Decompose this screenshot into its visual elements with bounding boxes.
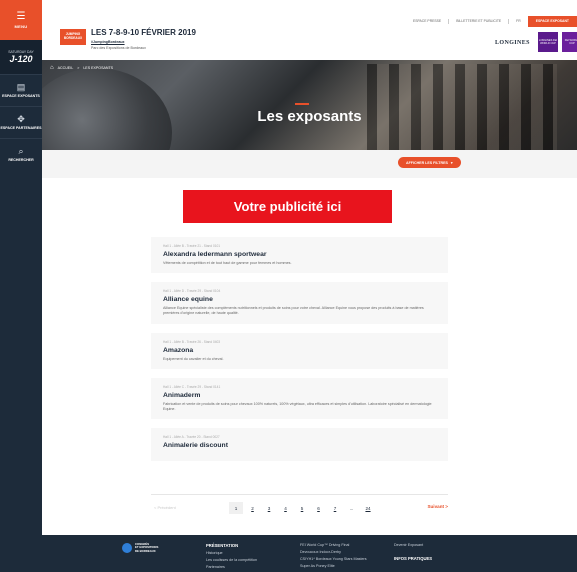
countdown: SATURDAY DAY J-120 bbox=[0, 40, 42, 74]
exhibitor-name[interactable]: Amazona bbox=[163, 347, 436, 354]
page-link[interactable]: 6 bbox=[312, 502, 326, 514]
footer-presentation-column: PRÉSENTATION Historique Les coulisses de… bbox=[206, 543, 257, 569]
exhibitor-card[interactable]: Hall 1 - Allée B - Travée 26 - Stand 040… bbox=[151, 332, 448, 369]
sponsor-badge[interactable]: FEI WORLD CUP bbox=[562, 32, 577, 52]
exhibitor-description: Vêtements de compétition et de tout haut… bbox=[163, 261, 292, 265]
footer-link[interactable]: Devoucoux Indoor-Derby bbox=[300, 550, 367, 554]
page-link[interactable]: 3 bbox=[262, 502, 276, 514]
show-filters-label: AFFICHER LES FILTRES bbox=[406, 160, 448, 165]
exhibitor-description: Alliance Equine spécialiste des compléme… bbox=[163, 306, 424, 316]
sponsor-badge[interactable]: LONGINES FEI WORLD CUP bbox=[538, 32, 558, 52]
previous-page-link[interactable]: < Précédent bbox=[154, 505, 176, 510]
footer-info-column: Devenir Exposant INFOS PRATIQUES bbox=[394, 543, 432, 561]
hashtag-link[interactable]: #JumpingBordeaux bbox=[91, 40, 125, 44]
breadcrumb-home[interactable]: ACCUEIL bbox=[58, 66, 74, 70]
logo-line2: BORDEAUX bbox=[63, 36, 83, 40]
footer-events-column: FEI World Cup™ Driving Final Devoucoux I… bbox=[300, 543, 367, 568]
exhibitor-description: Equipement du cavalier et du cheval. bbox=[163, 356, 224, 361]
footer-logo-text: CONGRÈS ET EXPOSITIONS DE BORDEAUX bbox=[135, 542, 158, 553]
exhibitor-location: Hall 1 - Allée B - Travée 21 - Stand 010… bbox=[163, 244, 221, 248]
title-accent-line bbox=[295, 103, 309, 105]
sidebar-item-espace-exposants[interactable]: ▤ ESPACE EXPOSANTS bbox=[0, 74, 42, 106]
menu-label: MENU bbox=[14, 23, 28, 29]
event-dates-title: LES 7-8-9-10 FÉVRIER 2019 bbox=[91, 28, 196, 37]
page-numbers: 1 2 3 4 5 6 7 ... 24 bbox=[229, 502, 378, 514]
exhibitor-name[interactable]: Alexandra ledermann sportwear bbox=[163, 251, 436, 258]
exhibitor-location: Hall 1 - Allée C - Travée 29 - Stand 014… bbox=[163, 384, 221, 389]
nav-billetterie[interactable]: BILLETTERIE ET PUBLICITE bbox=[449, 19, 510, 24]
exhibitor-list: Hall 1 - Allée B - Travée 21 - Stand 010… bbox=[151, 237, 448, 470]
countdown-value: J-120 bbox=[9, 54, 33, 64]
sidebar-item-label: RECHERCHER bbox=[8, 158, 34, 163]
breadcrumb-separator: > bbox=[77, 66, 80, 70]
page-link[interactable]: 4 bbox=[279, 502, 293, 514]
congress-logo-icon bbox=[122, 543, 132, 554]
sidebar-item-espace-partenaires[interactable]: ✥ ESPACE PARTENAIRES bbox=[0, 106, 42, 138]
exhibitor-location: Hall 1 - Allée A - Travée 20 - Stand 002… bbox=[163, 435, 220, 440]
exhibitor-location: Hall 1 - Allée D - Travée 29 - Stand 010… bbox=[163, 289, 221, 294]
footer-link[interactable]: Devenir Exposant bbox=[394, 543, 432, 547]
store-icon: ▤ bbox=[16, 82, 26, 93]
left-sidebar: ☰ MENU SATURDAY DAY J-120 ▤ ESPACE EXPOS… bbox=[0, 0, 42, 572]
footer-logo[interactable]: CONGRÈS ET EXPOSITIONS DE BORDEAUX bbox=[122, 542, 158, 554]
filter-bar: AFFICHER LES FILTRES ▾ bbox=[42, 150, 577, 178]
page-link[interactable]: 7 bbox=[328, 502, 342, 514]
pagination: < Précédent 1 2 3 4 5 6 7 ... 24 Suivant… bbox=[151, 494, 448, 520]
footer-link[interactable]: CSIYH1* Bordeaux Young Stars Masters bbox=[300, 557, 367, 561]
exhibitor-name[interactable]: Alliance equine bbox=[163, 296, 436, 303]
next-page-link[interactable]: Suivant > bbox=[427, 504, 448, 509]
chevron-down-icon: ▾ bbox=[450, 160, 453, 165]
exhibitor-card[interactable]: Hall 1 - Allée C - Travée 29 - Stand 014… bbox=[151, 377, 448, 420]
site-header: JUMPING BORDEAUX LES 7-8-9-10 FÉVRIER 20… bbox=[42, 0, 577, 60]
top-navigation: ESPACE PRESSE BILLETTERIE ET PUBLICITE F… bbox=[406, 16, 577, 27]
page-link[interactable]: 5 bbox=[295, 502, 309, 514]
nav-espace-presse[interactable]: ESPACE PRESSE bbox=[406, 19, 450, 24]
breadcrumb-current: LES EXPOSANTS bbox=[83, 66, 114, 70]
home-icon[interactable]: ⌂ bbox=[50, 65, 54, 71]
sidebar-item-label: ESPACE EXPOSANTS bbox=[2, 94, 40, 99]
site-footer: CONGRÈS ET EXPOSITIONS DE BORDEAUX PRÉSE… bbox=[42, 535, 577, 572]
exhibitor-card[interactable]: Hall 1 - Allée B - Travée 21 - Stand 010… bbox=[151, 237, 448, 274]
exhibitor-card[interactable]: Hall 1 - Allée D - Travée 29 - Stand 010… bbox=[151, 282, 448, 324]
exhibitor-name[interactable]: Animalerie discount bbox=[163, 442, 436, 449]
espace-exposant-button[interactable]: ESPACE EXPOSANT bbox=[527, 16, 577, 27]
venue-text: Parc des Expositions de Bordeaux bbox=[91, 46, 146, 50]
footer-link[interactable]: Super As Poney Elite bbox=[300, 564, 367, 568]
exhibitor-card[interactable]: Hall 1 - Allée A - Travée 20 - Stand 002… bbox=[151, 428, 448, 462]
hamburger-icon: ☰ bbox=[16, 10, 26, 22]
footer-column-heading[interactable]: INFOS PRATIQUES bbox=[394, 556, 432, 561]
page-ellipsis: ... bbox=[349, 505, 354, 511]
footer-link[interactable]: FEI World Cup™ Driving Final bbox=[300, 543, 367, 547]
page-link-current[interactable]: 1 bbox=[229, 502, 243, 514]
ad-banner[interactable]: Votre publicité ici bbox=[183, 190, 392, 223]
sidebar-item-label: ESPACE PARTENAIRES bbox=[0, 126, 42, 131]
exhibitor-name[interactable]: Animaderm bbox=[163, 392, 436, 399]
hero-banner: ⌂ ACCUEIL > LES EXPOSANTS Les exposants bbox=[42, 60, 577, 150]
page-title: Les exposants bbox=[257, 108, 362, 125]
page-link-last[interactable]: 24 bbox=[361, 502, 375, 514]
footer-link[interactable]: Historique bbox=[206, 551, 257, 555]
show-filters-button[interactable]: AFFICHER LES FILTRES ▾ bbox=[398, 157, 461, 168]
site-logo[interactable]: JUMPING BORDEAUX bbox=[60, 29, 86, 45]
exhibitor-location: Hall 1 - Allée B - Travée 26 - Stand 040… bbox=[163, 339, 221, 344]
footer-link[interactable]: Les coulisses de la compétition bbox=[206, 558, 257, 562]
handshake-icon: ✥ bbox=[17, 114, 25, 125]
footer-column-heading: PRÉSENTATION bbox=[206, 543, 239, 548]
footer-link[interactable]: Partenaires bbox=[206, 565, 257, 569]
footer-logo-line3: DE BORDEAUX bbox=[135, 548, 156, 553]
sidebar-item-rechercher[interactable]: ⌕ RECHERCHER bbox=[0, 138, 42, 170]
search-icon: ⌕ bbox=[18, 146, 24, 157]
page-link[interactable]: 2 bbox=[246, 502, 260, 514]
exhibitor-description: Fabrication et vente de produits de soin… bbox=[163, 401, 432, 412]
language-selector[interactable]: FR bbox=[509, 19, 528, 24]
breadcrumb: ⌂ ACCUEIL > LES EXPOSANTS bbox=[50, 65, 113, 71]
sponsor-logo[interactable]: LONGINES bbox=[495, 40, 530, 46]
menu-button[interactable]: ☰ MENU bbox=[0, 0, 42, 40]
